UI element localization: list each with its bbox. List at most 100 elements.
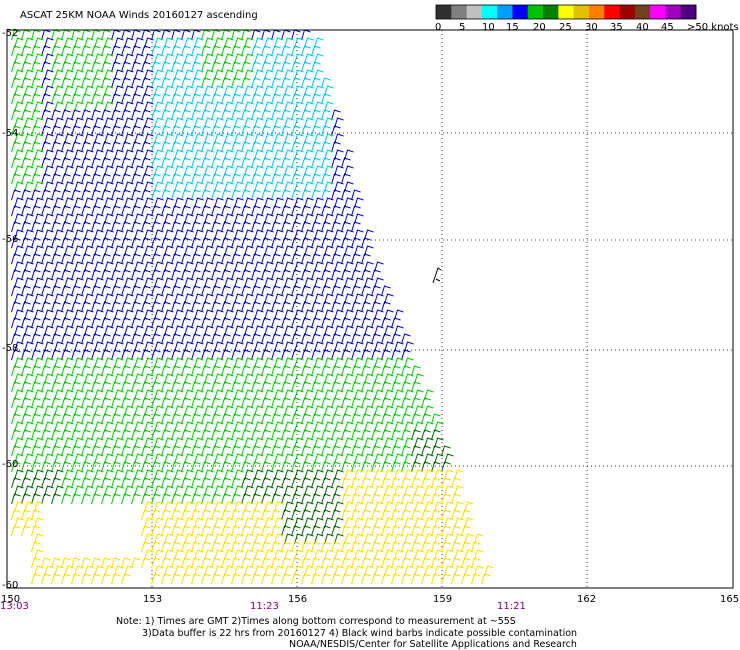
colorbar-swatch [558,5,575,19]
note-line-2: 3)Data buffer is 22 hrs from 20160127 4)… [142,628,578,639]
wind-barb [101,493,111,505]
note-line-1: Note: 1) Times are GMT 2)Times along bot… [116,616,516,627]
wind-barb [21,525,31,537]
wind-barb [191,573,201,585]
wind-barb [291,573,301,585]
wind-barb [421,573,431,585]
colorbar-label: 40 [636,22,649,33]
longitude-labels: 150 153 156 159 162 165 [1,594,739,605]
wind-barb [111,573,121,585]
wind-barb [371,573,381,585]
wind-barb [101,573,111,585]
colorbar-swatch [527,5,544,19]
wind-barb [51,493,61,505]
colorbar [435,4,697,20]
wind-barb [441,573,451,585]
colorbar-label: 30 [585,22,598,33]
wind-barb [391,573,401,585]
wind-barb [301,573,311,585]
colorbar-swatch [543,5,559,19]
colorbar-swatch [573,5,590,19]
wind-barb [361,573,371,585]
lat-label: -60 [2,459,18,470]
wind-barb [31,573,41,585]
colorbar-swatch [604,5,621,19]
colorbar-label: 45 [661,22,674,33]
wind-barb [131,557,141,569]
wind-swath [11,29,494,585]
wind-barb [121,573,131,585]
wind-barb [401,573,411,585]
lon-label: 165 [720,594,739,605]
wind-barb [341,573,351,585]
wind-barb [261,573,271,585]
colorbar-label: 35 [610,22,623,33]
wind-barb [71,573,81,585]
lat-label: -58 [2,343,18,354]
lat-label: -56 [2,234,18,245]
wind-barb [71,493,81,505]
colorbar-swatch [588,5,605,19]
wind-barb [381,573,391,585]
wind-barb [201,573,211,585]
wind-barb [211,573,221,585]
map-grid [7,30,733,588]
colorbar-swatch [481,5,498,19]
wind-barb [181,573,191,585]
map-frame [6,29,734,589]
lon-label: 162 [577,594,596,605]
time-label: 11:23 [250,601,279,612]
colorbar-swatch [466,5,483,19]
wind-barb [81,493,91,505]
colorbar-label: 10 [482,22,495,33]
wind-barb [251,573,261,585]
contaminated-barb [432,267,442,284]
colorbar-swatch [665,5,682,19]
wind-barb [111,493,121,505]
lat-label: -60 [2,580,18,591]
wind-barb [231,573,241,585]
wind-barb [481,573,491,585]
wind-barb [91,493,101,505]
colorbar-label: 15 [506,22,519,33]
wind-barb [11,525,21,537]
wind-barb [281,573,291,585]
wind-barb [461,573,471,585]
lat-label: -52 [2,28,18,39]
wind-barb [331,573,341,585]
wind-barb [411,573,421,585]
wind-barb [321,573,331,585]
wind-barb [151,573,161,585]
wind-barb [451,573,461,585]
colorbar-swatch [680,5,697,19]
wind-barb [221,573,231,585]
wind-barb [471,573,481,585]
wind-barb [81,573,91,585]
wind-barb [91,573,101,585]
colorbar-swatch [497,5,513,19]
wind-barb [141,557,151,569]
colorbar-label: 25 [559,22,572,33]
contaminated-barbs [432,267,442,284]
wind-barb [311,573,321,585]
wind-barb [431,573,441,585]
wind-barb [351,573,361,585]
wind-barb [121,493,131,505]
time-label: 11:21 [497,601,526,612]
wind-barb [241,573,251,585]
colorbar-swatch [634,5,651,19]
wind-barb [41,493,51,505]
lon-label: 159 [433,594,452,605]
wind-barb [161,573,171,585]
colorbar-swatch [650,5,666,19]
colorbar-label: 0 [435,22,441,33]
lon-label: 156 [288,594,307,605]
colorbar-swatch [451,5,468,19]
colorbar-label: 20 [533,22,546,33]
lon-label: 153 [143,594,162,605]
map-title: ASCAT 25KM NOAA Winds 20160127 ascending [20,10,258,21]
colorbar-labels: 0 5 10 15 20 25 30 35 40 45 >50 knots [435,22,739,33]
wind-barb [171,573,181,585]
lat-label: -54 [2,128,18,139]
colorbar-swatch [619,5,636,19]
